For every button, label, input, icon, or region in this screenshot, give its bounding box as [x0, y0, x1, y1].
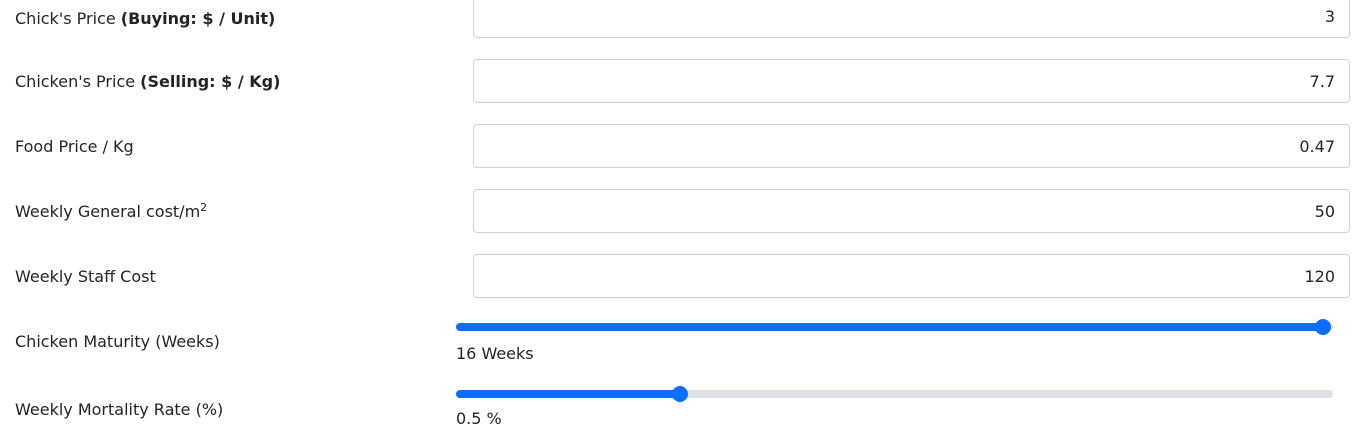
maturity-label: Chicken Maturity (Weeks) [15, 332, 220, 352]
maturity-slider[interactable] [456, 318, 1333, 338]
general-cost-label: Weekly General cost/m2 [15, 202, 207, 222]
mortality-value: 0.5 % [456, 409, 502, 428]
general-cost-label-text: Weekly General cost/m [15, 202, 201, 221]
general-cost-input[interactable] [473, 189, 1350, 233]
chick-price-input[interactable] [473, 0, 1350, 38]
mortality-slider-fill [456, 390, 681, 398]
chicken-price-label-text: Chicken's Price [15, 72, 141, 91]
maturity-slider-thumb[interactable] [1315, 319, 1331, 335]
food-price-label: Food Price / Kg [15, 137, 134, 157]
general-cost-label-sup: 2 [200, 201, 208, 214]
chicken-price-input[interactable] [473, 59, 1350, 103]
chick-price-label-text: Chick's Price [15, 9, 121, 28]
mortality-slider[interactable] [456, 385, 1333, 405]
maturity-value: 16 Weeks [456, 344, 534, 363]
chick-price-label: Chick's Price (Buying: $ / Unit) [15, 9, 275, 29]
staff-cost-input[interactable] [473, 254, 1350, 298]
mortality-slider-thumb[interactable] [672, 386, 689, 402]
mortality-label: Weekly Mortality Rate (%) [15, 400, 223, 420]
chicken-price-label: Chicken's Price (Selling: $ / Kg) [15, 72, 280, 92]
staff-cost-label-text: Weekly Staff Cost [15, 267, 156, 286]
staff-cost-label: Weekly Staff Cost [15, 267, 156, 287]
maturity-label-text: Chicken Maturity (Weeks) [15, 332, 220, 351]
food-price-input[interactable] [473, 124, 1350, 168]
mortality-label-text: Weekly Mortality Rate (%) [15, 400, 224, 419]
chick-price-label-unit: (Buying: $ / Unit) [120, 9, 276, 28]
chicken-price-label-unit: (Selling: $ / Kg) [140, 72, 281, 91]
food-price-label-text: Food Price / Kg [15, 137, 134, 156]
maturity-slider-fill [456, 323, 1323, 331]
